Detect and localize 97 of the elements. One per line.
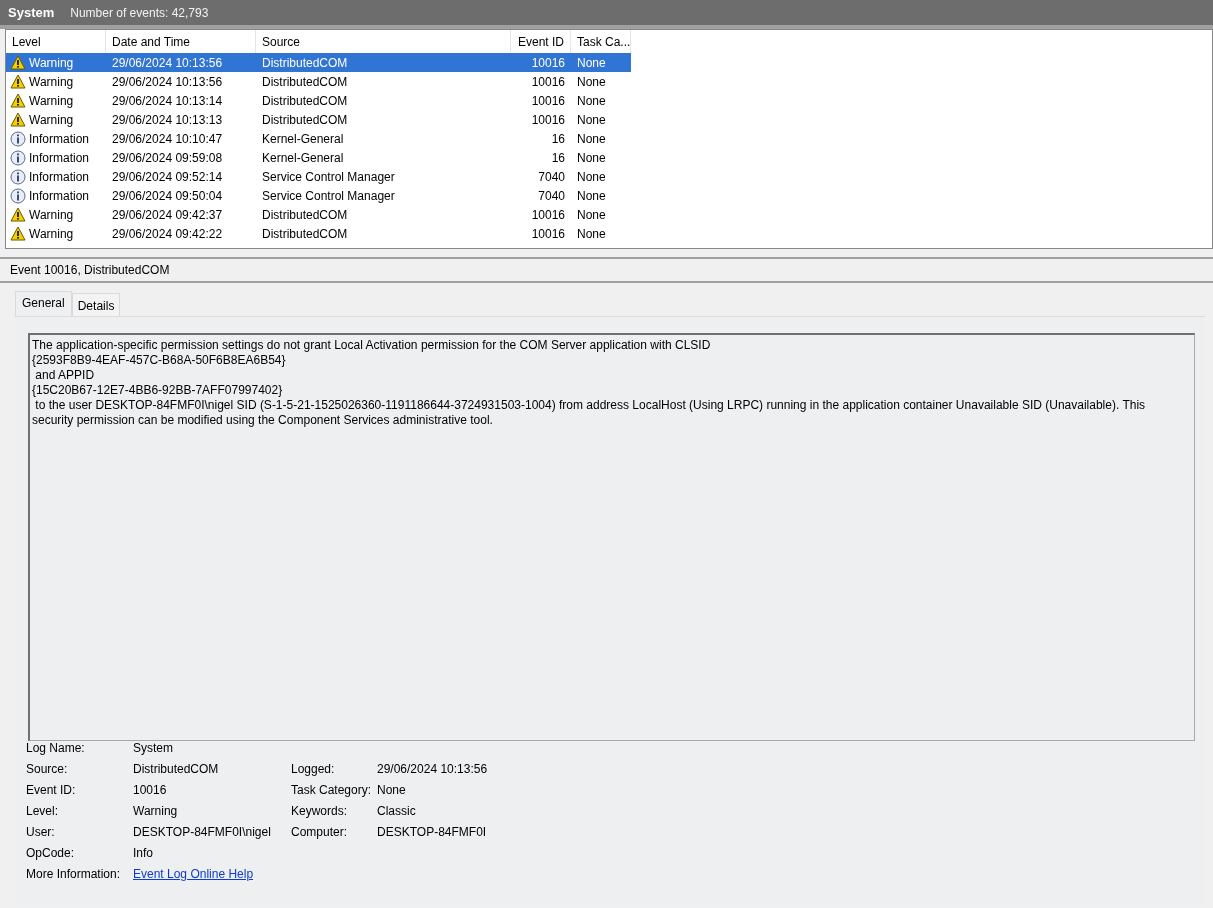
tab[interactable]: General bbox=[15, 291, 72, 316]
table-cell-text: 29/06/2024 09:42:22 bbox=[111, 225, 224, 243]
field-label: Keywords: bbox=[291, 804, 349, 819]
field-label: Event ID: bbox=[26, 783, 77, 798]
warning-icon bbox=[10, 93, 26, 108]
description-text: The application-specific permission settings do not grant Local Activation permission for the COM Server application with CLSID {2593F8B9-4EAF-457C-B68A-50F6B8EA6B54} and APPID {15C20B67-12E7-4BB6-92BB-7AFF07997402} to the user DESKTOP-84FMF0I\nigel SID (S-1-5-21-1525026360-1191186644-3724931503-1004) from address LocalHost (Using LRPC) running in the application container Unavailable SID (Unavailable). This security permission can be modified using the Component Services administrative tool. bbox=[28, 333, 1195, 741]
level-cell[interactable]: Warning bbox=[6, 205, 106, 224]
level-text: Warning bbox=[29, 55, 74, 70]
field-value: 29/06/2024 10:13:56 bbox=[377, 762, 489, 777]
table-cell: 10016 bbox=[511, 53, 571, 72]
field-value: Warning bbox=[133, 804, 179, 819]
table-cell-text: 16 bbox=[550, 149, 566, 167]
field-label: More Information: bbox=[26, 867, 122, 882]
level-cell[interactable]: Information bbox=[6, 148, 106, 167]
field-value: Classic bbox=[377, 804, 417, 819]
table-cell-text: DistributedCOM bbox=[261, 206, 349, 224]
table-cell-text: 29/06/2024 09:50:04 bbox=[111, 187, 224, 205]
level-text: Warning bbox=[29, 207, 74, 222]
table-cell-text: DistributedCOM bbox=[261, 225, 349, 243]
table-cell-text: 29/06/2024 10:10:47 bbox=[111, 130, 224, 148]
table-cell: None bbox=[571, 53, 631, 72]
info-icon bbox=[10, 149, 26, 166]
warning-icon bbox=[10, 112, 26, 127]
table-cell-text: None bbox=[576, 168, 607, 186]
info-icon bbox=[10, 130, 26, 147]
level-cell[interactable]: Warning bbox=[6, 72, 106, 91]
warning-icon bbox=[10, 74, 26, 89]
table-cell: DistributedCOM bbox=[256, 53, 511, 72]
table-cell-text: 29/06/2024 09:42:37 bbox=[111, 206, 224, 224]
table-cell-text: None bbox=[576, 130, 607, 148]
warning-icon bbox=[10, 226, 26, 241]
table-cell-text: None bbox=[576, 149, 607, 167]
table-cell: 29/06/2024 10:13:56 bbox=[106, 53, 256, 72]
field-value: None bbox=[377, 783, 407, 798]
table-cell-text: 29/06/2024 09:52:14 bbox=[111, 168, 224, 186]
info-icon bbox=[10, 168, 26, 185]
table-cell-text: 10016 bbox=[530, 111, 566, 129]
level-text: Information bbox=[29, 150, 90, 165]
event-count: Number of events: 42,793 bbox=[70, 5, 209, 20]
field-label: Logged: bbox=[291, 762, 336, 777]
field-value: DistributedCOM bbox=[133, 762, 220, 777]
field-label: Computer: bbox=[291, 825, 349, 840]
field-label: Level: bbox=[26, 804, 60, 819]
table-cell-text: Kernel-General bbox=[261, 149, 345, 167]
table-cell-text: 29/06/2024 10:13:13 bbox=[111, 111, 224, 129]
field-value: DESKTOP-84FMF0I\nigel bbox=[133, 825, 272, 840]
table-cell-text: DistributedCOM bbox=[261, 111, 349, 129]
field-label: Source: bbox=[26, 762, 69, 777]
table-cell-text: 29/06/2024 09:59:08 bbox=[111, 149, 224, 167]
field-label: OpCode: bbox=[26, 846, 76, 861]
warning-icon bbox=[10, 207, 26, 222]
table-cell-text: None bbox=[576, 187, 607, 205]
level-cell[interactable]: Information bbox=[6, 186, 106, 205]
level-text: Warning bbox=[29, 112, 74, 127]
table-cell-text: 10016 bbox=[530, 73, 566, 91]
table-cell-text: DistributedCOM bbox=[261, 92, 349, 110]
table-cell-text: Service Control Manager bbox=[261, 187, 396, 205]
table-cell-text: None bbox=[576, 111, 607, 129]
field-value: 10016 bbox=[133, 783, 168, 798]
table-cell-text: None bbox=[576, 225, 607, 243]
table-cell-text: None bbox=[576, 206, 607, 224]
table-cell-text: 10016 bbox=[530, 92, 566, 110]
level-cell[interactable]: Warning bbox=[6, 224, 106, 243]
field-label: User: bbox=[26, 825, 56, 840]
field-label: Task Category: bbox=[291, 783, 373, 798]
level-cell[interactable]: Information bbox=[6, 167, 106, 186]
field-value: System bbox=[133, 741, 174, 756]
log-title: System bbox=[8, 5, 55, 20]
table-cell-text: 7040 bbox=[537, 168, 566, 186]
level-text: Information bbox=[29, 169, 90, 184]
field-label: Log Name: bbox=[26, 741, 86, 756]
warning-icon bbox=[10, 55, 26, 70]
level-text: Warning bbox=[29, 93, 74, 108]
table-cell-text: Kernel-General bbox=[261, 130, 345, 148]
level-cell[interactable]: Warning bbox=[6, 110, 106, 129]
tab[interactable]: Details bbox=[71, 293, 121, 316]
level-text: Information bbox=[29, 131, 90, 146]
level-text: Warning bbox=[29, 226, 74, 241]
table-cell-text: 29/06/2024 10:13:14 bbox=[111, 92, 224, 110]
table-cell-text: None bbox=[576, 73, 607, 91]
table-cell-text: 7040 bbox=[537, 187, 566, 205]
table-cell-text: DistributedCOM bbox=[261, 73, 349, 91]
table-cell-text: 29/06/2024 10:13:56 bbox=[111, 73, 224, 91]
table-cell-text: 10016 bbox=[530, 206, 566, 224]
table-cell-text: None bbox=[576, 92, 607, 110]
field-value: Info bbox=[133, 846, 154, 861]
level-cell[interactable]: Information bbox=[6, 129, 106, 148]
level-cell[interactable]: Warning bbox=[6, 91, 106, 110]
table-cell-text: Service Control Manager bbox=[261, 168, 396, 186]
level-text: Warning bbox=[29, 74, 74, 89]
info-icon bbox=[10, 187, 26, 204]
level-cell[interactable]: Warning bbox=[6, 53, 106, 72]
level-text: Information bbox=[29, 188, 90, 203]
table-cell-text: 10016 bbox=[530, 225, 566, 243]
table-cell-text: 16 bbox=[550, 130, 566, 148]
help-link[interactable]: Event Log Online Help bbox=[133, 867, 254, 881]
field-value: DESKTOP-84FMF0I bbox=[377, 825, 488, 840]
